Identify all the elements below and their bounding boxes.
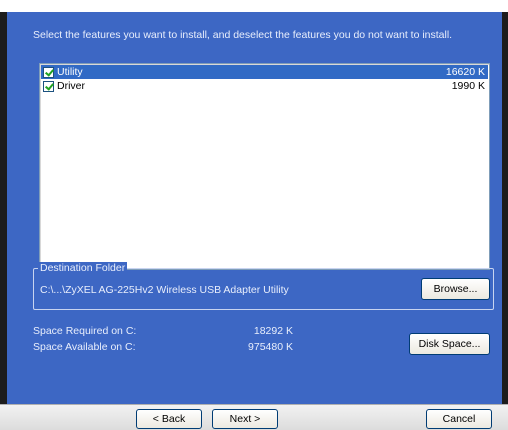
space-required-label: Space Required on C: [33, 325, 137, 337]
feature-size: 1990 K [451, 80, 485, 92]
browse-button[interactable]: Browse... [421, 278, 490, 300]
feature-item-utility[interactable]: Utility 16620 K [41, 65, 488, 79]
next-button[interactable]: Next > [212, 409, 278, 429]
cancel-button-label: Cancel [442, 413, 476, 425]
window-frame-left [0, 12, 7, 404]
disk-space-button-label: Disk Space... [418, 338, 481, 350]
window-frame-right [502, 12, 508, 404]
feature-list[interactable]: Utility 16620 K Driver 1990 K [39, 63, 490, 270]
next-button-label: Next > [229, 413, 261, 425]
cancel-button[interactable]: Cancel [426, 409, 492, 429]
driver-checkbox[interactable] [43, 80, 54, 92]
disk-space-button[interactable]: Disk Space... [409, 333, 490, 355]
browse-button-label: Browse... [433, 283, 478, 295]
back-button-label: < Back [152, 413, 186, 425]
wizard-button-bar: < Back Next > Cancel [0, 404, 508, 430]
space-available-value: 975480 K [248, 341, 293, 353]
back-button[interactable]: < Back [136, 409, 202, 429]
space-available-label: Space Available on C: [33, 341, 136, 353]
top-strip [0, 0, 508, 12]
space-required-value: 18292 K [253, 325, 293, 337]
installer-panel: Select the features you want to install,… [7, 12, 502, 404]
utility-checkbox[interactable] [43, 66, 54, 78]
feature-size: 16620 K [445, 66, 485, 78]
instructions-text: Select the features you want to install,… [33, 29, 453, 41]
feature-name: Utility [57, 66, 83, 78]
destination-folder-legend: Destination Folder [38, 262, 128, 274]
feature-name: Driver [57, 80, 85, 92]
destination-path: C:\...\ZyXEL AG-225Hv2 Wireless USB Adap… [40, 284, 289, 296]
feature-item-driver[interactable]: Driver 1990 K [41, 79, 488, 93]
